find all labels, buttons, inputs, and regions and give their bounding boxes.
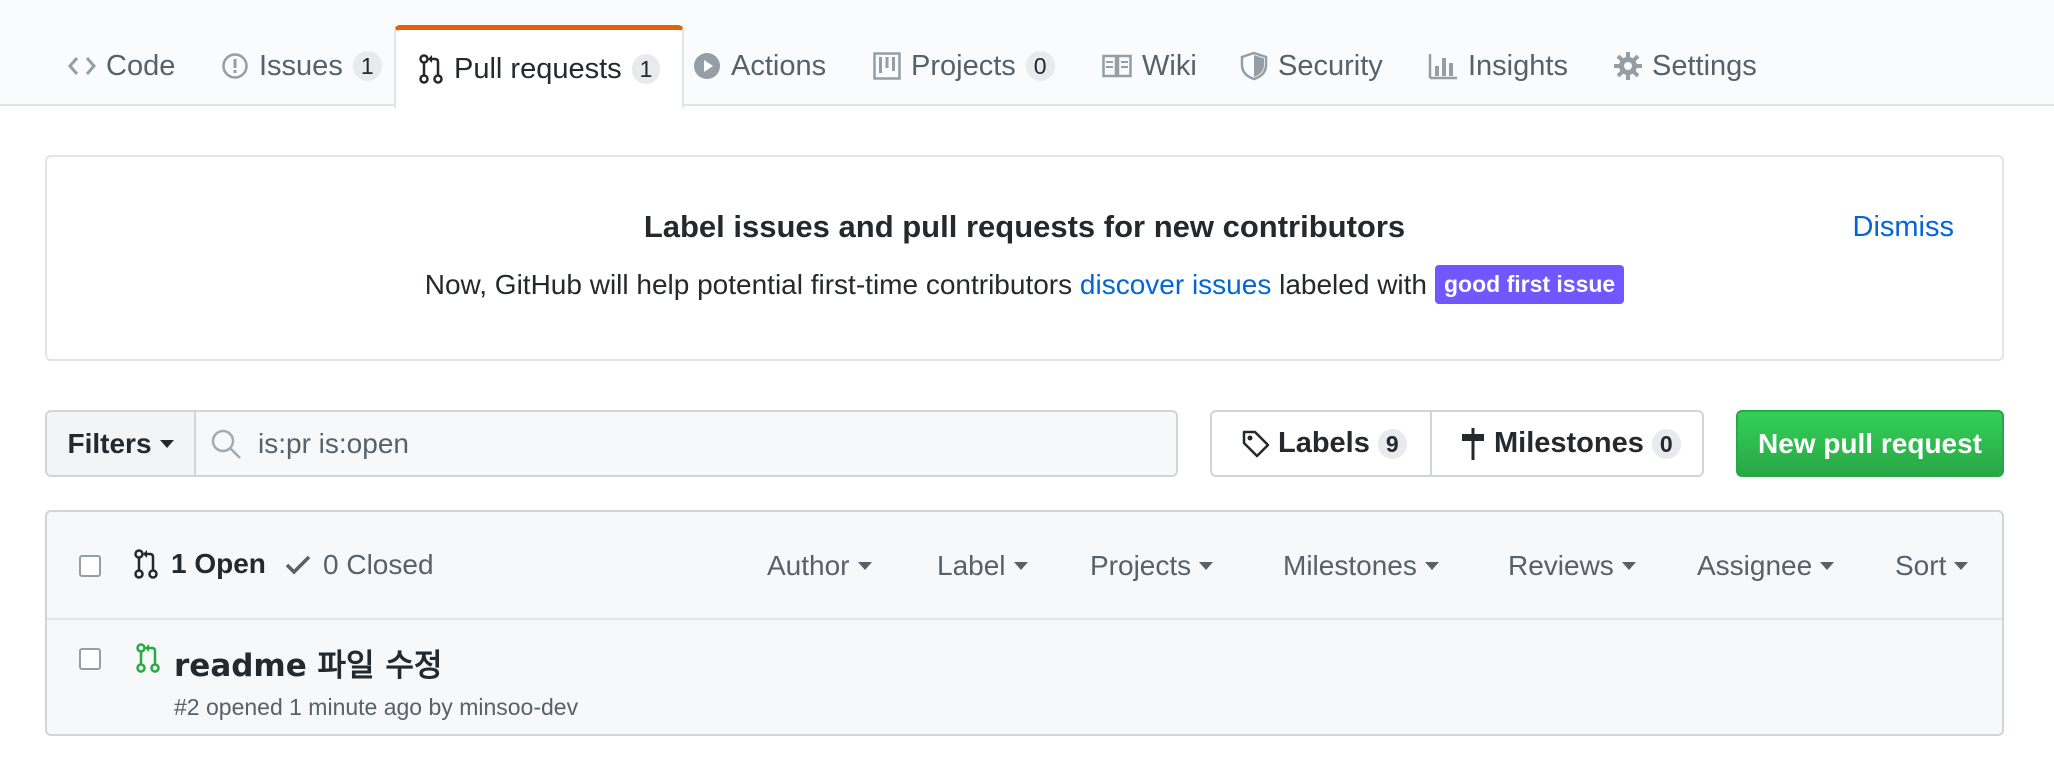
open-count: 1 Open — [171, 548, 266, 579]
good-first-issue-label: good first issue — [1434, 265, 1625, 304]
labels-milestones-group: Labels 9 Milestones 0 — [1210, 410, 1704, 477]
tab-label: Projects — [911, 49, 1016, 82]
chevron-down-icon — [1013, 562, 1028, 570]
select-all-checkbox[interactable] — [79, 555, 101, 577]
gear-icon — [1614, 52, 1642, 80]
pull-requests-counter: 1 — [631, 54, 661, 84]
tab-label: Pull requests — [454, 52, 622, 85]
tab-label: Code — [106, 49, 176, 82]
dismiss-button[interactable]: Dismiss — [1853, 211, 1955, 244]
pull-request-meta: #2 opened 1 minute ago by minsoo-dev — [174, 694, 578, 721]
search-field — [194, 410, 1178, 477]
search-input[interactable] — [258, 427, 1158, 460]
author-filter-label: Author — [767, 550, 850, 581]
git-pull-request-open-icon — [136, 643, 160, 673]
label-filter[interactable]: Label — [937, 550, 1028, 582]
assignee-filter-label: Assignee — [1697, 550, 1813, 581]
tab-actions[interactable]: Actions — [693, 26, 826, 106]
projects-counter: 0 — [1025, 51, 1055, 81]
repo-nav-tabs: Code Issues 1 Pull requests 1 Actions Pr… — [0, 0, 2054, 108]
tag-icon — [1242, 430, 1270, 457]
tab-issues[interactable]: Issues 1 — [221, 26, 382, 106]
tab-label: Issues — [259, 49, 343, 82]
labels-counter: 9 — [1377, 428, 1407, 459]
filters-label: Filters — [67, 427, 152, 459]
git-pull-request-icon — [419, 54, 443, 84]
tab-settings[interactable]: Settings — [1614, 26, 1757, 106]
play-icon — [694, 53, 720, 79]
pull-request-number: #2 — [174, 694, 200, 720]
row-checkbox[interactable] — [79, 648, 101, 670]
pull-request-author-link[interactable]: minsoo-dev — [459, 694, 578, 720]
tab-label: Insights — [1468, 49, 1568, 82]
reviews-filter[interactable]: Reviews — [1508, 550, 1636, 582]
first-contributor-banner: Label issues and pull requests for new c… — [45, 155, 2004, 361]
new-pull-request-button[interactable]: New pull request — [1736, 410, 2004, 477]
reviews-filter-label: Reviews — [1508, 550, 1614, 581]
chevron-down-icon — [1621, 562, 1636, 570]
git-pull-request-icon — [134, 549, 158, 579]
chevron-down-icon — [159, 439, 174, 448]
banner-title: Label issues and pull requests for new c… — [643, 209, 1406, 244]
chevron-down-icon — [1820, 562, 1835, 570]
issues-counter: 1 — [352, 51, 382, 81]
graph-icon — [1428, 54, 1457, 80]
banner-text: Now, GitHub will help potential first-ti… — [47, 265, 2002, 304]
milestones-text: Milestones — [1494, 427, 1644, 459]
pull-request-list: 1 Open 0 Closed Author Label Projects Mi… — [45, 510, 2004, 736]
list-header: 1 Open 0 Closed Author Label Projects Mi… — [47, 512, 2002, 620]
author-filter[interactable]: Author — [767, 550, 872, 582]
chevron-down-icon — [1199, 562, 1214, 570]
milestones-button[interactable]: Milestones 0 — [1430, 412, 1699, 475]
issue-opened-icon — [222, 53, 248, 79]
pull-request-opened: opened 1 minute ago by — [205, 694, 453, 720]
projects-filter[interactable]: Projects — [1090, 550, 1214, 582]
assignee-filter[interactable]: Assignee — [1697, 550, 1835, 582]
tab-label: Wiki — [1142, 49, 1197, 82]
tab-label: Actions — [731, 49, 827, 82]
tab-insights[interactable]: Insights — [1428, 26, 1568, 106]
tab-projects[interactable]: Projects 0 — [873, 26, 1055, 106]
shield-icon — [1240, 51, 1268, 81]
table-row: readme 파일 수정 #2 opened 1 minute ago by m… — [47, 622, 2002, 736]
tab-wiki[interactable]: Wiki — [1102, 26, 1197, 106]
open-filter[interactable]: 1 Open — [133, 548, 266, 580]
tab-code[interactable]: Code — [68, 26, 175, 106]
tab-label: Settings — [1652, 49, 1757, 82]
banner-text-after: labeled with — [1271, 268, 1427, 300]
chevron-down-icon — [1954, 562, 1969, 570]
pull-request-title[interactable]: readme 파일 수정 — [174, 640, 442, 685]
search-icon — [211, 429, 241, 459]
sort-filter-label: Sort — [1895, 550, 1947, 581]
labels-text: Labels — [1278, 427, 1370, 459]
milestones-counter: 0 — [1651, 428, 1681, 459]
check-icon — [285, 555, 311, 575]
tab-label: Security — [1278, 49, 1383, 82]
code-icon — [68, 57, 96, 75]
filters-dropdown[interactable]: Filters — [45, 410, 196, 477]
label-filter-label: Label — [937, 550, 1006, 581]
chevron-down-icon — [857, 562, 872, 570]
milestones-filter[interactable]: Milestones — [1283, 550, 1439, 582]
discover-issues-link[interactable]: discover issues — [1080, 269, 1271, 301]
tab-security[interactable]: Security — [1240, 26, 1383, 106]
book-icon — [1102, 54, 1132, 78]
tab-pull-requests[interactable]: Pull requests 1 — [394, 25, 685, 108]
labels-button[interactable]: Labels 9 — [1212, 412, 1430, 475]
sort-filter[interactable]: Sort — [1895, 550, 1969, 582]
milestones-filter-label: Milestones — [1283, 550, 1417, 581]
projects-filter-label: Projects — [1090, 550, 1192, 581]
chevron-down-icon — [1424, 562, 1439, 570]
closed-filter[interactable]: 0 Closed — [285, 549, 434, 581]
banner-text-before: Now, GitHub will help potential first-ti… — [424, 268, 1080, 300]
closed-count: 0 Closed — [323, 549, 434, 580]
project-icon — [873, 52, 901, 80]
milestone-icon — [1462, 427, 1484, 460]
